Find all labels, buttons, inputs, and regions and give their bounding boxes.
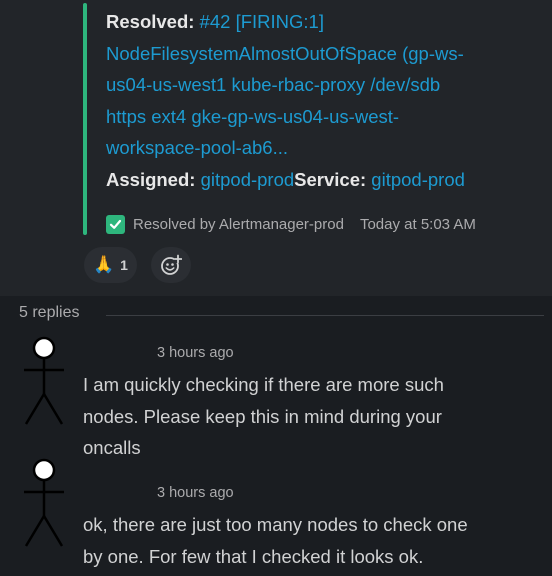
reply-timestamp[interactable]: 3 hours ago <box>157 485 234 501</box>
alert-link[interactable]: workspace-pool-ab6... <box>106 137 288 158</box>
reply-text-line: I am quickly checking if there are more … <box>83 374 444 395</box>
assigned-value-link[interactable]: gitpod-prod <box>195 169 295 190</box>
reply-message: 3 hours ago ok, there are just too many … <box>0 456 552 576</box>
reply-text-line: nodes. Please keep this in mind during y… <box>83 405 442 427</box>
checkmark-icon <box>106 214 125 234</box>
reply-text-line: ok, there are just too many nodes to che… <box>83 514 468 535</box>
service-value-link[interactable]: gitpod-prod <box>366 169 465 190</box>
footer-text: Resolved by Alertmanager-prod <box>133 215 344 233</box>
reply-text: I am quickly checking if there are more … <box>83 369 545 464</box>
footer-timestamp[interactable]: Today at 5:03 AM <box>360 216 476 233</box>
reply-message: 3 hours ago I am quickly checking if the… <box>0 334 552 464</box>
divider-line <box>106 315 544 316</box>
alert-message: Resolved: #42 [FIRING:1] NodeFilesystemA… <box>0 0 552 296</box>
alert-link[interactable]: #42 [FIRING:1] <box>194 11 324 32</box>
attachment-accent-bar <box>83 3 87 235</box>
reply-timestamp[interactable]: 3 hours ago <box>157 345 234 361</box>
replies-divider: 5 replies <box>0 296 552 334</box>
replies-count: 5 replies <box>19 304 80 321</box>
folded-hands-icon: 🙏 <box>93 255 115 274</box>
reply-text: ok, there are just too many nodes to che… <box>83 509 545 572</box>
alert-link[interactable]: us04-us-west1 kube-rbac-proxy /dev/sdb <box>106 74 440 95</box>
alert-link[interactable]: NodeFilesystemAlmostOutOfSpace (gp-ws- <box>106 43 464 64</box>
avatar[interactable] <box>18 334 70 430</box>
avatar[interactable] <box>18 456 70 552</box>
reaction-pill[interactable]: 🙏 1 <box>84 247 137 283</box>
assigned-label: Assigned: <box>106 168 196 190</box>
alert-attachment: Resolved: #42 [FIRING:1] NodeFilesystemA… <box>106 6 546 195</box>
reactions-bar: 🙏 1 <box>84 247 191 283</box>
reaction-count: 1 <box>120 257 128 273</box>
add-reaction-button[interactable] <box>150 247 191 283</box>
attachment-footer: Resolved by Alertmanager-prod Today at 5… <box>106 211 476 237</box>
service-label: Service: <box>294 168 367 190</box>
alert-link[interactable]: https ext4 gke-gp-ws-us04-us-west- <box>106 106 399 127</box>
reply-text-line: by one. For few that I checked it looks … <box>83 545 424 567</box>
add-emoji-icon <box>161 254 182 275</box>
resolved-label: Resolved: <box>106 11 195 32</box>
